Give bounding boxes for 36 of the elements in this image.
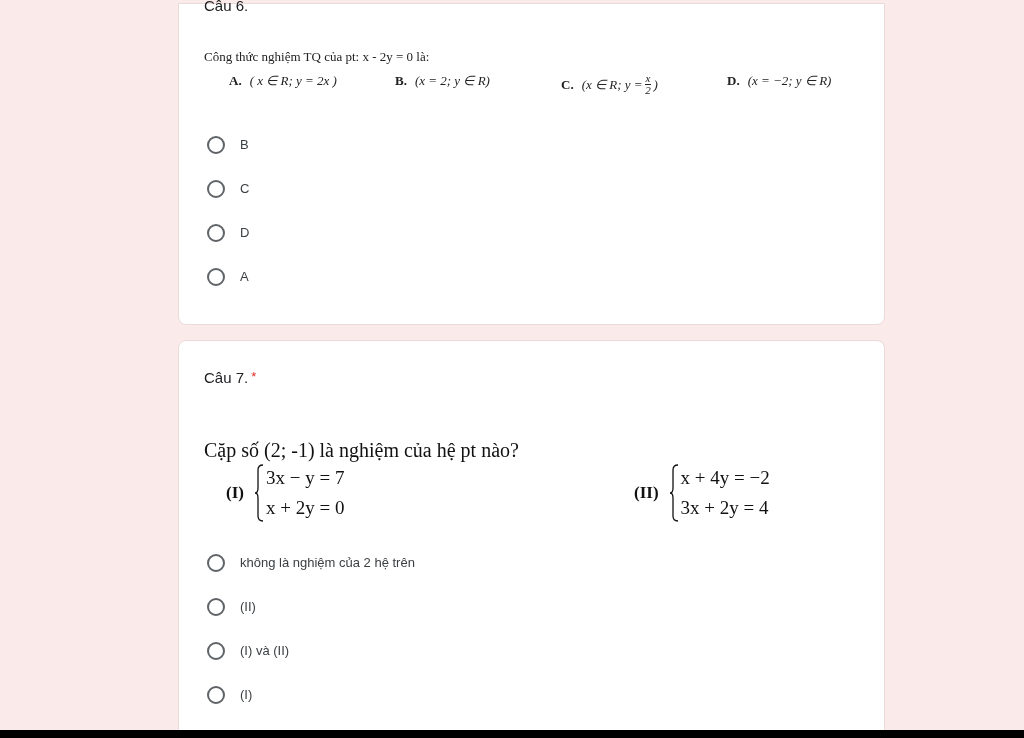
- choice-letter: B.: [395, 73, 407, 89]
- brace-icon: [253, 464, 264, 522]
- question-title: Câu 7.: [204, 369, 249, 387]
- system-label: (I): [226, 483, 244, 503]
- option-label: (I): [240, 686, 253, 704]
- choice-letter: C.: [561, 76, 574, 93]
- question-title: Câu 6.: [204, 0, 249, 15]
- radio-button[interactable]: [207, 224, 225, 242]
- equation: x + 2y = 0: [265, 497, 345, 519]
- choice-letter: D.: [727, 73, 740, 89]
- option-label: (I) và (II): [240, 642, 290, 660]
- radio-button[interactable]: [207, 554, 225, 572]
- system-label: (II): [634, 483, 659, 503]
- choice-formula: (x = −2; y ∈ R): [747, 73, 832, 89]
- option-label: D: [240, 224, 250, 242]
- radio-button[interactable]: [207, 642, 225, 660]
- equation: x + 4y = −2: [680, 467, 770, 489]
- option-label: không là nghiệm của 2 hệ trên: [240, 554, 415, 572]
- radio-button[interactable]: [207, 598, 225, 616]
- question-text: Cặp số (2; -1) là nghiệm của hệ pt nào?: [204, 439, 519, 462]
- radio-button[interactable]: [207, 180, 225, 198]
- choice-formula: ( x ∈ R; y = 2x ): [249, 73, 337, 89]
- question-text: Công thức nghiệm TQ của pt: x - 2y = 0 là:: [204, 49, 430, 65]
- choice-formula: (x = 2; y ∈ R): [414, 73, 490, 89]
- equation: 3x + 2y = 4: [680, 497, 770, 519]
- option-label: C: [240, 180, 250, 198]
- option-label: A: [240, 268, 249, 286]
- option-label: B: [240, 136, 249, 154]
- choice-letter: A.: [229, 73, 242, 89]
- equation: 3x − y = 7: [265, 467, 345, 489]
- radio-button[interactable]: [207, 268, 225, 286]
- option-label: (II): [240, 598, 256, 616]
- radio-button[interactable]: [207, 136, 225, 154]
- brace-icon: [668, 464, 679, 522]
- required-mark: *: [251, 369, 257, 384]
- radio-button[interactable]: [207, 686, 225, 704]
